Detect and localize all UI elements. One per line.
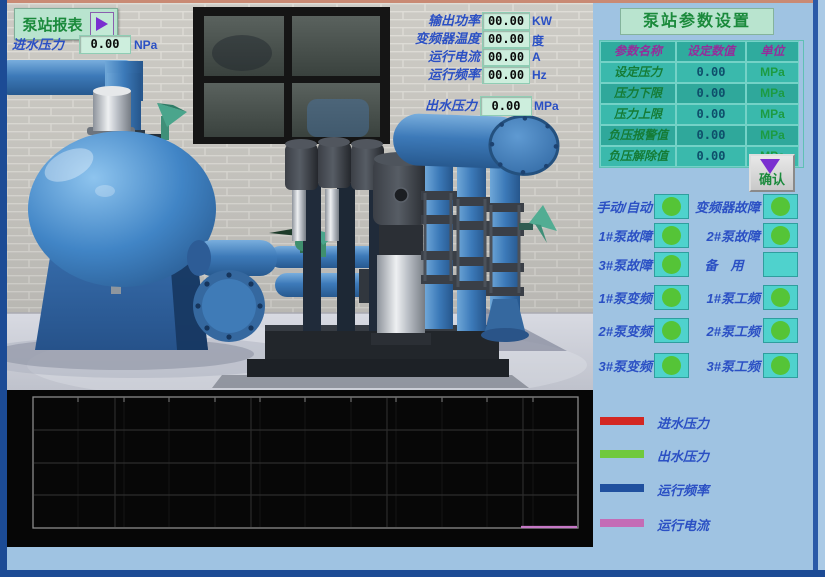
run-current-value: 00.00 [482,48,530,66]
outlet-pressure-unit: MPa [534,99,559,113]
status-led-pump2-fault [763,223,798,248]
confirm-button-label: 确认 [753,169,791,188]
status-label: 2#泵故障 [688,226,760,245]
param-value-input[interactable]: 0.00 [676,125,746,146]
status-label: 1#泵工频 [688,288,760,307]
outlet-pressure-label: 出水压力 [385,99,477,113]
col-header-value: 设定数值 [676,41,746,62]
frame-edge-bottom [0,570,825,577]
status-led-manual-auto [654,194,689,219]
status-label: 2#泵变频 [590,321,652,340]
output-power-value: 00.00 [482,12,530,30]
inverter-temp-unit: 度 [532,32,544,49]
legend-label: 运行频率 [657,480,709,499]
tank-top-cylinder [87,86,135,135]
confirm-button[interactable]: 确认 [749,154,795,192]
status-led-pump3-vfd [654,353,689,378]
pump-motor [285,137,384,190]
legend-label: 进水压力 [657,413,709,432]
output-power-label: 输出功率 [385,14,480,28]
status-led-pump1-vfd [654,285,689,310]
param-unit: MPa [746,83,799,104]
outlet-pressure-value: 0.00 [480,96,532,116]
status-led-pump1-fault [654,223,689,248]
status-led-pump2-vfd [654,318,689,343]
legend-label: 出水压力 [657,446,709,465]
hmi-screen: 泵站报表 进水压力 0.00 NPa 输出功率 00.00 KW 变频器温度 0… [0,0,825,577]
inlet-pressure-unit: NPa [134,38,157,52]
param-value-input[interactable]: 0.00 [676,83,746,104]
window [193,7,390,144]
status-label: 手动/自动 [590,197,652,216]
flange-disc [193,270,265,342]
status-label: 2#泵工频 [688,321,760,340]
run-current-unit: A [532,50,541,64]
legend-swatch-outlet [600,450,644,458]
status-label: 1#泵故障 [590,226,652,245]
parameter-table: 参数名称 设定数值 单位 设定压力 0.00 MPa 压力下限 0.00 MPa… [599,40,804,168]
play-icon [90,12,114,36]
run-frequency-label: 运行频率 [385,68,480,82]
report-button-label: 泵站报表 [15,14,90,35]
status-label: 变频器故障 [688,197,760,216]
main-pump [371,152,431,345]
legend-label: 运行电流 [657,515,709,534]
run-frequency-unit: Hz [532,68,547,82]
param-name: 压力上限 [600,104,676,125]
status-led-pump1-mains [763,285,798,310]
frame-edge-top [7,0,813,3]
param-name: 压力下限 [600,83,676,104]
param-value-input[interactable]: 0.00 [676,62,746,83]
status-led-pump3-fault [654,252,689,277]
inlet-pressure-value: 0.00 [79,35,131,54]
status-label: 1#泵变频 [590,288,652,307]
inlet-pressure-label: 进水压力 [12,38,64,52]
run-frequency-value: 00.00 [482,66,530,84]
output-power-unit: KW [532,14,552,28]
param-unit: MPa [746,104,799,125]
param-name: 负压解除值 [600,146,676,167]
frame-edge-far-right [818,0,825,577]
trend-chart [7,390,593,547]
legend-swatch-current [600,519,644,527]
frame-edge-right [813,0,818,577]
param-unit: MPa [746,125,799,146]
param-value-input[interactable]: 0.00 [676,104,746,125]
param-unit: MPa [746,62,799,83]
status-led-spare [763,252,798,277]
status-label: 3#泵变频 [590,356,652,375]
status-led-inverter-fault [763,194,798,219]
legend-swatch-frequency [600,484,644,492]
param-name: 负压报警值 [600,125,676,146]
status-led-pump2-mains [763,318,798,343]
status-label: 3#泵故障 [590,255,652,274]
status-label: 备 用 [688,255,760,274]
param-value-input[interactable]: 0.00 [676,146,746,167]
status-led-pump3-mains [763,353,798,378]
frame-edge-left [0,0,7,577]
inverter-temp-label: 变频器温度 [385,32,480,46]
col-header-name: 参数名称 [600,41,676,62]
trend-chart-plot [7,390,593,547]
inverter-temp-value: 00.00 [482,30,530,48]
param-name: 设定压力 [600,62,676,83]
legend-swatch-inlet [600,417,644,425]
run-current-label: 运行电流 [385,50,480,64]
settings-panel-title: 泵站参数设置 [620,8,774,35]
col-header-unit: 单位 [746,41,799,62]
status-label: 3#泵工频 [688,356,760,375]
